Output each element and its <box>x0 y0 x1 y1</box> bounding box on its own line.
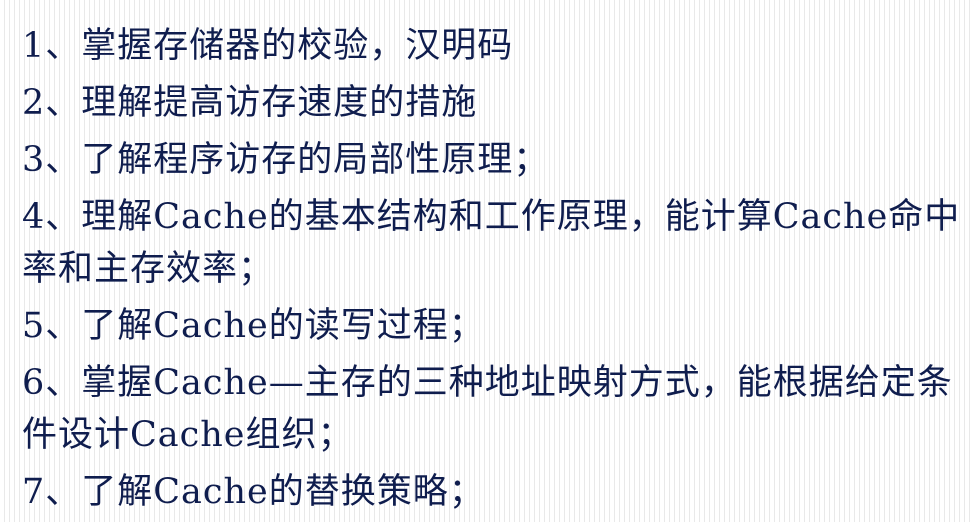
objective-7: 7、了解Cache的替换策略； <box>22 472 485 512</box>
objectives-list: 1、掌握存储器的校验，汉明码 2、理解提高访存速度的措施 3、了解程序访存的局部… <box>22 20 972 518</box>
objective-2: 2、理解提高访存速度的措施 <box>22 83 478 123</box>
objective-6: 6、掌握Cache—主存的三种地址映射方式，能根据给定条件设计Cache组织； <box>22 363 953 455</box>
objective-3: 3、了解程序访存的局部性原理； <box>22 140 550 180</box>
objective-4: 4、理解Cache的基本结构和工作原理，能计算Cache命中率和主存效率； <box>22 197 961 289</box>
objective-1: 1、掌握存储器的校验，汉明码 <box>22 26 514 66</box>
objective-5: 5、了解Cache的读写过程； <box>22 306 485 346</box>
slide: 1、掌握存储器的校验，汉明码 2、理解提高访存速度的措施 3、了解程序访存的局部… <box>0 0 974 522</box>
